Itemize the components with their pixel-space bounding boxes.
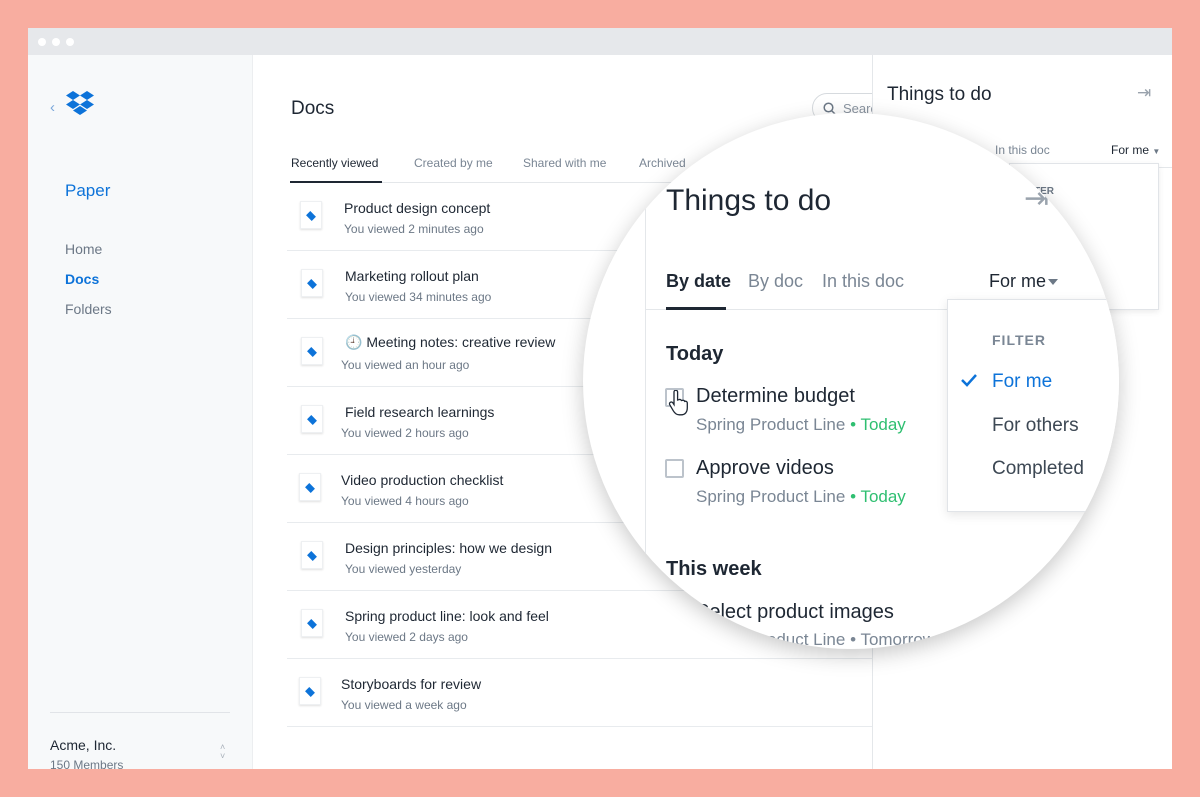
task-title[interactable]: Approve videos: [696, 457, 834, 480]
task-doc[interactable]: Spring Product Line: [696, 630, 845, 649]
caret-down-icon: ▼: [1152, 147, 1161, 156]
paper-doc-icon: [299, 677, 321, 705]
window-dot-maximize[interactable]: [66, 38, 74, 46]
task-meta: Spring Product Line • Today: [696, 415, 906, 435]
sidebar-item-docs[interactable]: Docs: [65, 271, 99, 287]
tab-recently-viewed[interactable]: Recently viewed: [291, 156, 378, 170]
collapse-right-icon[interactable]: ⇥: [1137, 83, 1151, 103]
doc-viewed-time: You viewed yesterday: [345, 562, 462, 576]
chevron-up-down-icon[interactable]: ˄ ˅: [220, 743, 225, 761]
doc-viewed-time: You viewed 2 minutes ago: [344, 222, 484, 236]
tab-in-this-doc[interactable]: In this doc: [822, 271, 904, 292]
title-bar: [28, 28, 1172, 55]
paper-doc-icon: [301, 405, 323, 433]
org-name[interactable]: Acme, Inc.: [50, 737, 116, 753]
doc-title[interactable]: Spring product line: look and feel: [345, 608, 549, 624]
dropbox-logo-icon[interactable]: [65, 91, 95, 124]
section-heading-today: Today: [666, 343, 724, 365]
task-sep: •: [850, 630, 857, 649]
caret-down-icon[interactable]: [1048, 279, 1058, 285]
task-due-date: Today: [860, 487, 906, 506]
org-members: 150 Members: [50, 758, 124, 769]
doc-title[interactable]: Product design concept: [344, 200, 490, 216]
task-title[interactable]: Select product images: [696, 601, 894, 624]
paper-doc-icon: [299, 473, 321, 501]
tab-by-doc[interactable]: By doc: [748, 271, 803, 292]
filter-dropdown-label[interactable]: For me: [989, 271, 1046, 292]
chevron-left-icon[interactable]: ‹: [50, 99, 55, 116]
paper-doc-icon: [300, 201, 322, 229]
window-dot-minimize[interactable]: [52, 38, 60, 46]
page-title: Docs: [291, 98, 335, 119]
paper-doc-icon: [301, 541, 323, 569]
paper-doc-icon: [301, 269, 323, 297]
active-tab-indicator: [666, 307, 726, 310]
paper-doc-icon: [301, 609, 323, 637]
doc-title[interactable]: 🕘 Meeting notes: creative review: [345, 334, 555, 351]
window-dot-close[interactable]: [38, 38, 46, 46]
task-doc[interactable]: Spring Product Line: [696, 487, 845, 506]
panel-title: Things to do: [887, 84, 992, 105]
doc-title[interactable]: Video production checklist: [341, 472, 503, 488]
task-due-date: Tomorrow: [860, 630, 936, 649]
app-name[interactable]: Paper: [65, 181, 110, 201]
section-heading-this-week: This week: [666, 558, 762, 580]
magnifier-lens: Things to do ⇥ By date By doc In this do…: [583, 113, 1119, 649]
sidebar-item-folders[interactable]: Folders: [65, 301, 112, 317]
task-due-date: Today: [860, 415, 906, 434]
filter-option-for-me[interactable]: For me: [992, 371, 1052, 393]
tab-by-date[interactable]: By date: [666, 271, 731, 292]
sidebar-divider: [50, 712, 230, 713]
hand-cursor-icon: [668, 390, 688, 416]
task-meta: Spring Product Line • Today: [696, 487, 906, 507]
lens-panel-title: Things to do: [666, 184, 832, 217]
doc-row[interactable]: Storyboards for review You viewed a week…: [287, 659, 917, 727]
task-checkbox[interactable]: [665, 604, 684, 623]
doc-title[interactable]: Marketing rollout plan: [345, 268, 479, 284]
collapse-right-icon[interactable]: ⇥: [1024, 181, 1049, 216]
doc-viewed-time: You viewed a week ago: [341, 698, 467, 712]
filter-option-for-others[interactable]: For others: [992, 415, 1079, 437]
task-sep: •: [850, 487, 857, 506]
doc-title[interactable]: Storyboards for review: [341, 676, 481, 692]
filter-option-completed[interactable]: Completed: [992, 458, 1084, 480]
filter-menu: FILTER For me For others Completed: [947, 299, 1119, 512]
checkmark-icon: [961, 374, 977, 387]
lens-panel-edge: [645, 160, 646, 649]
doc-viewed-time: You viewed 2 hours ago: [341, 426, 469, 440]
task-title[interactable]: Determine budget: [696, 385, 855, 408]
doc-viewed-time: You viewed 34 minutes ago: [345, 290, 492, 304]
sidebar-item-home[interactable]: Home: [65, 241, 102, 257]
doc-title[interactable]: Field research learnings: [345, 404, 494, 420]
doc-title[interactable]: Design principles: how we design: [345, 540, 552, 556]
paper-doc-icon: [301, 337, 323, 365]
task-doc[interactable]: Spring Product Line: [696, 415, 845, 434]
filter-menu-header: FILTER: [992, 332, 1046, 348]
task-sep: •: [850, 415, 857, 434]
sidebar: ‹ Paper Home Docs Folders Acme, Inc. 150…: [28, 55, 253, 769]
doc-viewed-time: You viewed an hour ago: [341, 358, 470, 372]
doc-viewed-time: You viewed 2 days ago: [345, 630, 468, 644]
tab-created-by-me[interactable]: Created by me: [414, 156, 493, 170]
doc-viewed-time: You viewed 4 hours ago: [341, 494, 469, 508]
task-checkbox[interactable]: [665, 459, 684, 478]
task-meta: Spring Product Line • Tomorrow: [696, 630, 935, 649]
